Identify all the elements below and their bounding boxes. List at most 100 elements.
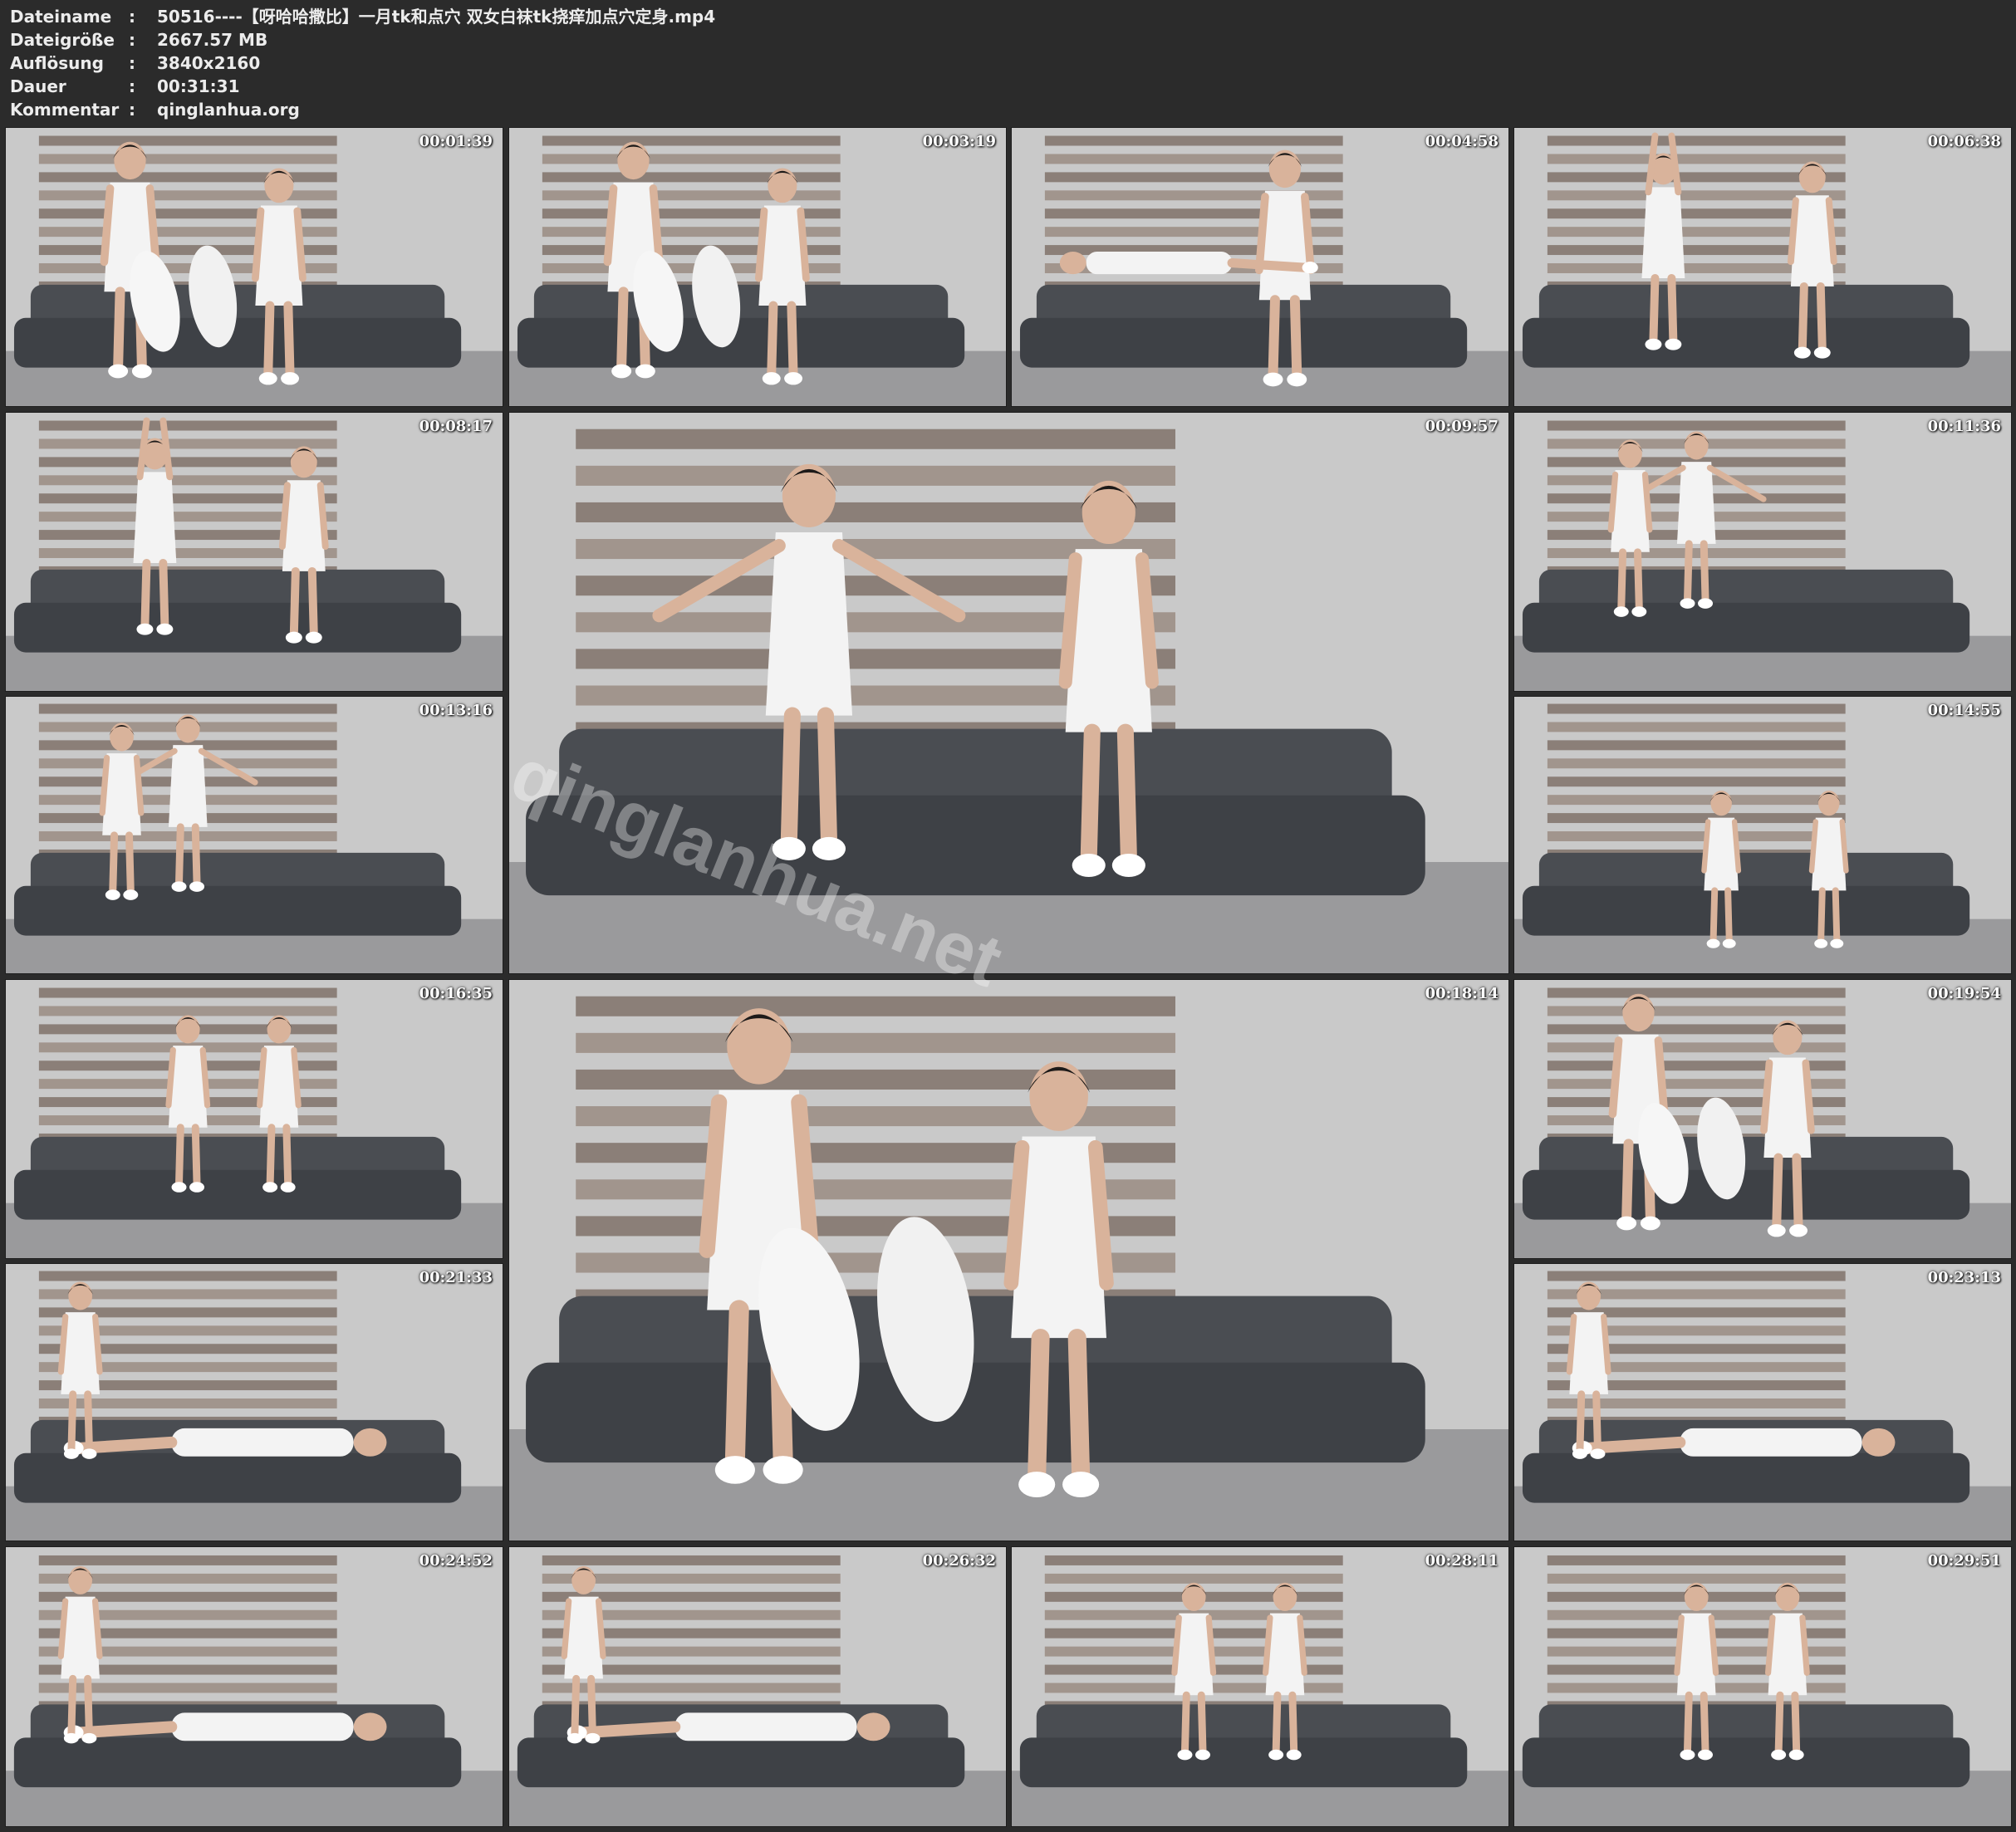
person-leg [1582,1436,1686,1454]
thumbnail[interactable]: 00:11:36 [1513,412,2012,692]
thumbnail[interactable]: 00:13:16 [5,696,503,974]
thumbnail-timestamp: 00:16:35 [419,985,493,1002]
sock [1613,606,1629,617]
sock [1640,1216,1660,1231]
person-leg [282,1124,292,1188]
thumbnail-timestamp: 00:13:16 [419,702,493,719]
person-leg [1621,1139,1634,1223]
person-leg [577,1721,681,1739]
person-dress [1641,187,1685,278]
person-head [1059,252,1086,275]
sock [189,1182,205,1193]
sofa-seat [526,795,1425,896]
sofa-seat [1019,317,1468,368]
blind-slat [1547,1006,1846,1016]
person-head [617,141,650,180]
person-leg [109,831,119,895]
thumbnail[interactable]: 00:24:52 [5,1546,503,1827]
thumbnail[interactable]: 00:04:58 [1011,127,1509,407]
person-head [353,1428,387,1457]
person-leg [1792,1153,1803,1231]
thumbnail-timestamp: 00:18:14 [1425,985,1499,1002]
person-head [1029,1061,1088,1131]
person-leg [1272,1691,1282,1756]
sofa-seat [1522,1452,1970,1503]
person-leg [1791,1691,1801,1756]
sock [1680,598,1695,609]
sock [611,364,632,379]
sock [1631,606,1647,617]
person-leg [1028,1329,1050,1485]
thumbnail[interactable]: 00:21:33 [5,1263,503,1541]
thumbnail-large[interactable]: 00:18:14 [508,979,1509,1541]
person-head [1268,149,1302,189]
blind-slat [1547,1573,1846,1584]
person-head [1861,1428,1896,1457]
thumbnail-image [6,413,503,691]
thumbnail[interactable]: 00:03:19 [508,127,1007,407]
thumbnail-timestamp: 00:08:17 [419,418,493,435]
person-head [1622,993,1655,1032]
blind-slat [38,135,337,146]
person-head [768,168,797,203]
person-leg [1667,273,1678,345]
person-head [1082,480,1136,545]
person-head [1577,1281,1602,1310]
sock [812,836,846,861]
person-head [175,714,200,743]
thumbnail[interactable]: 00:19:54 [1513,979,2012,1259]
person-leg [787,301,798,379]
person-leg [1617,548,1627,612]
thumbnail[interactable]: 00:29:51 [1513,1546,2012,1827]
thumbnail[interactable]: 00:01:39 [5,127,503,407]
sofa-seat [1522,885,1970,936]
sock [635,364,655,379]
sock [1268,1749,1284,1761]
person-lying-body [171,1428,354,1457]
thumbnail[interactable]: 00:06:38 [1513,127,2012,407]
thumbnail-timestamp: 00:28:11 [1425,1552,1499,1570]
thumbnail-image [6,697,503,973]
thumbnail-timestamp: 00:04:58 [1425,133,1499,150]
thumbnail-timestamp: 00:29:51 [1927,1552,2001,1570]
blind-slat [38,1006,337,1016]
person-leg [1817,887,1826,944]
blind-slat [38,1398,337,1408]
person-head [1773,1020,1803,1056]
person-head [1798,161,1826,193]
person-head [110,723,134,752]
person-leg [191,823,201,887]
thumbnail-timestamp: 00:03:19 [922,133,996,150]
sock [1590,1448,1606,1459]
person-lying-body [1680,1428,1862,1457]
sock [1698,1749,1713,1761]
sock [285,631,302,644]
sock [281,372,300,385]
thumbnail-timestamp: 00:21:33 [419,1269,493,1286]
thumbnail-large[interactable]: 00:09:57 [508,412,1509,974]
thumbnail[interactable]: 00:16:35 [5,979,503,1259]
blind-slat [1547,831,1846,841]
person-dress [133,472,177,563]
thumbnail[interactable]: 00:08:17 [5,412,503,692]
blind-slat [1044,1573,1343,1584]
blind-slat [1547,740,1846,751]
thumbnail[interactable]: 00:26:32 [508,1546,1007,1827]
person-head [1817,790,1840,816]
sofa-seat [13,317,462,368]
blind-slat [542,154,841,164]
thumbnail[interactable]: 00:28:11 [1011,1546,1509,1827]
sock [171,1182,187,1193]
person-head [267,1015,292,1044]
thumbnail-timestamp: 00:24:52 [419,1552,493,1570]
person-lying-body [1086,252,1233,275]
thumbnail-image [1514,697,2011,973]
sock [1018,1472,1056,1498]
thumbnail[interactable]: 00:14:55 [1513,696,2012,974]
blind-slat [576,1032,1175,1053]
blind-slat [1547,135,1846,146]
blind-slat [542,1683,841,1693]
person-leg [1709,887,1719,944]
thumbnail[interactable]: 00:23:13 [1513,1263,2012,1541]
sock [258,372,277,385]
